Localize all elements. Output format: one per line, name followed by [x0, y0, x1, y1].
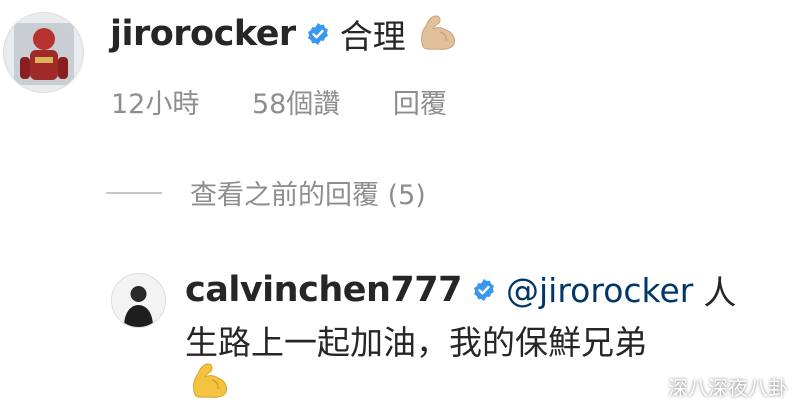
divider-line	[106, 191, 162, 194]
wechat-icon	[631, 375, 659, 397]
username-jirorocker[interactable]: jirorocker	[110, 14, 296, 54]
view-previous-replies-label: 查看之前的回覆 (5)	[190, 180, 426, 211]
avatar-image	[4, 13, 83, 92]
verified-badge-icon	[474, 279, 494, 301]
comment1-meta: 12小時 58個讚 回覆	[111, 82, 491, 121]
verified-badge-icon	[307, 23, 328, 45]
comment2-line1: calvinchen777 @jirorocker 人	[185, 266, 736, 314]
reply-button[interactable]: 回覆	[393, 89, 447, 120]
avatar-calvinchen777[interactable]	[111, 273, 166, 328]
likes-count-button[interactable]: 58個讚	[252, 89, 340, 120]
avatar-image	[112, 274, 165, 327]
flexed-biceps-icon	[188, 360, 232, 404]
watermark: 深八深夜八卦	[630, 372, 788, 401]
comment1-text: 合理	[339, 17, 406, 56]
username-calvinchen777[interactable]: calvinchen777	[185, 270, 462, 310]
comment2-text-line2: 生路上一起加油，我的保鮮兄弟	[185, 323, 647, 362]
watermark-text: 深八深夜八卦	[668, 376, 788, 400]
mention-link[interactable]: @jirorocker	[506, 271, 693, 310]
view-previous-replies-button[interactable]: 查看之前的回覆 (5)	[106, 173, 426, 212]
comment2-text-line1: 人	[703, 273, 737, 312]
avatar-jirorocker[interactable]	[3, 12, 84, 93]
flexed-biceps-icon	[416, 12, 460, 56]
comment1-header: jirorocker 合理	[110, 10, 460, 58]
comment-timestamp: 12小時	[111, 89, 200, 120]
